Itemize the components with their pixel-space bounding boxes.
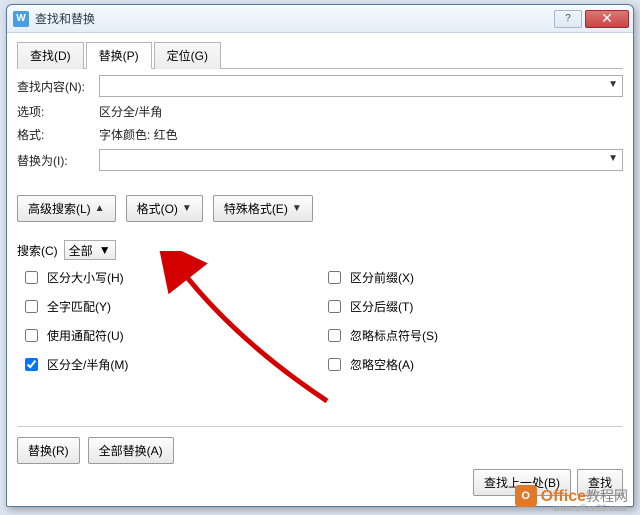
- replace-all-button[interactable]: 全部替换(A): [88, 437, 174, 464]
- check-label: 区分后缀(T): [350, 298, 413, 315]
- advanced-search-button[interactable]: 高级搜索(L) ▲: [17, 195, 116, 222]
- check-ignore-punct[interactable]: 忽略标点符号(S): [324, 326, 623, 345]
- tab-goto[interactable]: 定位(G): [154, 42, 221, 69]
- chevron-down-icon: ▼: [608, 153, 618, 164]
- label-find: 查找内容(N):: [17, 78, 99, 95]
- check-label: 使用通配符(U): [47, 327, 124, 344]
- row-find: 查找内容(N): ▼: [17, 75, 623, 97]
- options-col-right: 区分前缀(X) 区分后缀(T) 忽略标点符号(S) 忽略空格(A): [320, 268, 623, 374]
- dialog-window: W 查找和替换 ? ✕ 查找(D) 替换(P) 定位(G) 查找内容(N): ▼…: [6, 4, 634, 507]
- find-input[interactable]: ▼: [99, 75, 623, 97]
- middle-buttons: 高级搜索(L) ▲ 格式(O) ▼ 特殊格式(E) ▼: [17, 195, 623, 222]
- search-scope-label: 搜索(C): [17, 242, 58, 259]
- check-wildcard[interactable]: 使用通配符(U): [21, 326, 320, 345]
- chevron-up-icon: ▲: [95, 203, 105, 214]
- client-area: 查找(D) 替换(P) 定位(G) 查找内容(N): ▼ 选项: 区分全/半角 …: [7, 33, 633, 506]
- format-button[interactable]: 格式(O) ▼: [126, 195, 203, 222]
- label-options: 选项:: [17, 103, 99, 120]
- checkbox[interactable]: [328, 300, 341, 313]
- format-value: 字体颜色: 红色: [99, 126, 178, 143]
- bottom-right-buttons: 查找上一处(B) 查找: [473, 469, 623, 496]
- row-options: 选项: 区分全/半角: [17, 103, 623, 120]
- chevron-down-icon: ▼: [608, 79, 618, 90]
- watermark-url: www.office26.com: [554, 503, 626, 513]
- check-label: 全字匹配(Y): [47, 298, 111, 315]
- check-label: 忽略标点符号(S): [350, 327, 438, 344]
- check-prefix[interactable]: 区分前缀(X): [324, 268, 623, 287]
- titlebar: W 查找和替换 ? ✕: [7, 5, 633, 33]
- replace-all-label: 全部替换(A): [99, 442, 163, 459]
- window-title: 查找和替换: [35, 10, 554, 27]
- row-format: 格式: 字体颜色: 红色: [17, 126, 623, 143]
- special-label: 特殊格式(E): [224, 200, 288, 217]
- search-scope-select[interactable]: 全部 ▼: [64, 240, 116, 260]
- find-next-button[interactable]: 查找: [577, 469, 623, 496]
- replace-button[interactable]: 替换(R): [17, 437, 80, 464]
- check-case[interactable]: 区分大小写(H): [21, 268, 320, 287]
- chevron-down-icon: ▼: [99, 243, 111, 257]
- check-fullhalf[interactable]: 区分全/半角(M): [21, 355, 320, 374]
- tab-strip: 查找(D) 替换(P) 定位(G): [17, 41, 623, 69]
- options-value: 区分全/半角: [99, 103, 162, 120]
- label-format: 格式:: [17, 126, 99, 143]
- checkbox[interactable]: [25, 358, 38, 371]
- check-wholeword[interactable]: 全字匹配(Y): [21, 297, 320, 316]
- replace-input[interactable]: ▼: [99, 149, 623, 171]
- format-btn-label: 格式(O): [137, 200, 178, 217]
- options-col-left: 区分大小写(H) 全字匹配(Y) 使用通配符(U) 区分全/半角(M): [17, 268, 320, 374]
- help-button[interactable]: ?: [554, 10, 582, 28]
- window-controls: ? ✕: [554, 10, 629, 28]
- checkbox[interactable]: [328, 271, 341, 284]
- tab-find[interactable]: 查找(D): [17, 42, 84, 69]
- find-prev-button[interactable]: 查找上一处(B): [473, 469, 571, 496]
- close-button[interactable]: ✕: [585, 10, 629, 28]
- check-suffix[interactable]: 区分后缀(T): [324, 297, 623, 316]
- special-format-button[interactable]: 特殊格式(E) ▼: [213, 195, 313, 222]
- check-label: 区分全/半角(M): [47, 356, 128, 373]
- search-scope: 搜索(C) 全部 ▼: [17, 240, 623, 260]
- check-ignore-space[interactable]: 忽略空格(A): [324, 355, 623, 374]
- checkbox[interactable]: [328, 329, 341, 342]
- bottom-left-buttons: 替换(R) 全部替换(A): [17, 426, 623, 464]
- search-scope-value: 全部: [69, 242, 93, 259]
- replace-label: 替换(R): [28, 442, 69, 459]
- checkbox[interactable]: [25, 329, 38, 342]
- checkbox[interactable]: [328, 358, 341, 371]
- check-label: 区分大小写(H): [47, 269, 124, 286]
- tab-replace[interactable]: 替换(P): [86, 42, 152, 69]
- row-replace: 替换为(I): ▼: [17, 149, 623, 171]
- find-prev-label: 查找上一处(B): [484, 474, 560, 491]
- find-next-label: 查找: [588, 474, 612, 491]
- advanced-label: 高级搜索(L): [28, 200, 91, 217]
- chevron-down-icon: ▼: [182, 203, 192, 214]
- options-grid: 区分大小写(H) 全字匹配(Y) 使用通配符(U) 区分全/半角(M) 区分前缀…: [17, 268, 623, 374]
- check-label: 忽略空格(A): [350, 356, 414, 373]
- check-label: 区分前缀(X): [350, 269, 414, 286]
- chevron-down-icon: ▼: [292, 203, 302, 214]
- label-replace: 替换为(I):: [17, 152, 99, 169]
- checkbox[interactable]: [25, 271, 38, 284]
- checkbox[interactable]: [25, 300, 38, 313]
- app-icon: W: [13, 11, 29, 27]
